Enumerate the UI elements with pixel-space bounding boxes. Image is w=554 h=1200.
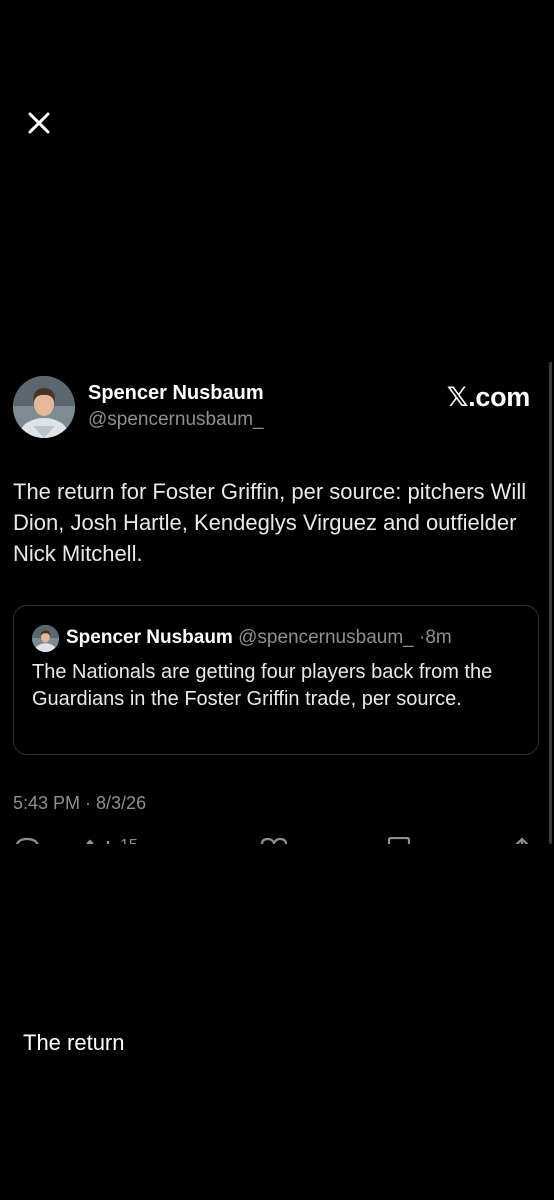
author-handle[interactable]: @spencernusbaum_ bbox=[88, 409, 264, 431]
tweet-card[interactable]: Spencer Nusbaum @spencernusbaum_ 𝕏.com T… bbox=[0, 362, 554, 844]
heart-icon bbox=[260, 837, 288, 844]
close-button[interactable] bbox=[22, 106, 56, 140]
tweet-text: The return for Foster Griffin, per sourc… bbox=[13, 479, 527, 566]
share-icon bbox=[515, 837, 529, 844]
post-caption: The return bbox=[23, 1030, 125, 1055]
x-logo: 𝕏.com bbox=[446, 382, 531, 412]
bookmark-button[interactable] bbox=[386, 837, 412, 844]
repost-button[interactable]: 15 bbox=[86, 837, 138, 844]
quote-avatar bbox=[32, 625, 59, 652]
share-button[interactable] bbox=[510, 837, 534, 844]
like-button[interactable] bbox=[258, 837, 290, 844]
repost-count: 15 bbox=[120, 837, 138, 844]
tweet-actions: 15 bbox=[0, 837, 554, 844]
quote-time: 8m bbox=[425, 627, 452, 648]
quote-display-name: Spencer Nusbaum bbox=[66, 627, 233, 648]
reply-icon bbox=[15, 837, 39, 844]
author-display-name[interactable]: Spencer Nusbaum bbox=[88, 382, 264, 405]
tweet-timestamp[interactable]: 5:43 PM · 8/3/26 bbox=[13, 793, 146, 814]
quote-tweet[interactable]: Spencer Nusbaum @spencernusbaum_ ·8m The… bbox=[13, 605, 539, 755]
reply-button[interactable] bbox=[13, 837, 41, 844]
quote-handle: @spencernusbaum_ bbox=[238, 627, 414, 648]
avatar[interactable] bbox=[13, 376, 75, 438]
scrollbar[interactable] bbox=[549, 362, 552, 844]
close-icon bbox=[28, 112, 50, 134]
quote-header: Spencer Nusbaum @spencernusbaum_ ·8m bbox=[66, 627, 452, 649]
repost-icon bbox=[86, 839, 110, 844]
quote-text: The Nationals are getting four players b… bbox=[32, 661, 493, 710]
bookmark-icon bbox=[387, 837, 411, 844]
